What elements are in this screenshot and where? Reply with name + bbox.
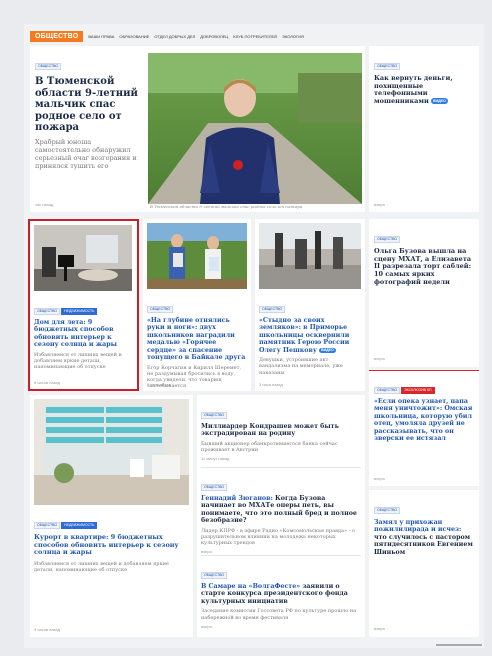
nav-link-good-deeds[interactable]: ОТДЕЛ ДОБРЫХ ДЕЛ	[154, 34, 195, 39]
side-news-card[interactable]: ОБЩЕСТВО Ольга Бузова вышла на сцену МХА…	[369, 219, 479, 367]
section-nav: ОБЩЕСТВО ВАШИ ПРАВА ОБРАЗОВАНИЕ ОТДЕЛ ДО…	[30, 29, 304, 43]
article-title[interactable]: «Стыдно за своих земляков»: в Приморье ш…	[259, 317, 361, 354]
article-title[interactable]: Курорт в квартире: 9 бюджетных способов …	[34, 533, 189, 557]
category-badge[interactable]: ОБЩЕСТВО	[35, 62, 62, 70]
article-lead: Девушки, устроившие акт вандализма на ме…	[259, 357, 343, 376]
memorial-photo-image	[259, 223, 361, 289]
list-item[interactable]: ОБЩЕСТВО В Самаре на «ВолгаФесте» заявил…	[201, 561, 361, 629]
article-time: 3 часа назад	[259, 382, 283, 387]
category-badge[interactable]: ОБЩЕСТВО	[201, 571, 228, 579]
side-news-title[interactable]: Как вернуть деньги, похищенные телефонны…	[374, 74, 474, 106]
hero-photo[interactable]	[148, 53, 362, 204]
section-tag[interactable]: ОБЩЕСТВО	[30, 30, 84, 42]
list-item-lead: Лидер КПРФ - в эфире Радио «Комсомольска…	[201, 527, 355, 547]
side-news-time: вчера	[374, 626, 385, 631]
hero-caption: В Тюменской области 9-летний мальчик спа…	[150, 204, 304, 209]
blinds-interior-photo-image	[34, 399, 189, 505]
list-item-time: вчера	[201, 623, 212, 629]
list-divider	[201, 467, 361, 468]
hero-title[interactable]: В Тюменской области 9-летний мальчик спа…	[35, 76, 145, 134]
article-photo[interactable]	[147, 223, 247, 289]
side-news-time: вчера	[374, 356, 385, 361]
nav-link-education[interactable]: ОБРАЗОВАНИЕ	[119, 34, 149, 39]
nav-link-volunteer[interactable]: ДОБРОВОЛЕЦ	[200, 34, 228, 39]
horizontal-scrollbar[interactable]	[436, 644, 482, 646]
news-section-page: ОБЩЕСТВО ВАШИ ПРАВА ОБРАЗОВАНИЕ ОТДЕЛ ДО…	[24, 24, 484, 648]
video-badge: ВИДЕО	[431, 98, 448, 104]
article-card[interactable]: ОБЩЕСТВО НЕДВИЖИМОСТЬ Курорт в квартире: …	[30, 395, 193, 637]
list-item-title[interactable]: Геннадий Зюганов: Когда Бузова начинает …	[201, 495, 361, 525]
realty-badge[interactable]: НЕДВИЖИМОСТЬ	[61, 307, 98, 315]
list-item-lead: Бывший акционер обанкротившегося банка с…	[201, 440, 338, 454]
highlighted-article-card[interactable]: ОБЩЕСТВО НЕДВИЖИМОСТЬ Дом для лета: 9 бюд…	[28, 219, 139, 391]
hero-lead: Храбрый юноша самостоятельно обнаружил с…	[35, 137, 137, 170]
list-item-time: 11 минут назад	[201, 456, 230, 462]
article-lead: Избавляемся от лишних вещей и добавляем …	[34, 560, 169, 574]
list-item-title[interactable]: Миллиардер Кондрашев может быть экстради…	[201, 423, 361, 438]
list-item-time: вчера	[201, 549, 212, 555]
list-divider	[201, 555, 361, 556]
video-badge: ВИДЕО	[319, 347, 336, 353]
nav-link-rights[interactable]: ВАШИ ПРАВА	[88, 34, 114, 39]
article-photo[interactable]	[34, 399, 189, 505]
hero-card[interactable]: ОБЩЕСТВО В Тюменской области 9-летний ма…	[30, 46, 365, 212]
article-photo[interactable]	[34, 225, 132, 291]
interior-photo-image	[34, 225, 132, 291]
category-badge[interactable]: ОБЩЕСТВО	[374, 506, 401, 514]
side-news-title[interactable]: «Если опека узнает, папа меня уничтожит»…	[374, 398, 474, 443]
nav-link-ecology[interactable]: ЭКОЛОГИЯ	[282, 34, 304, 39]
category-badge[interactable]: ОБЩЕСТВО	[374, 235, 401, 243]
hero-time: час назад	[35, 202, 54, 207]
category-badge[interactable]: ОБЩЕСТВО	[259, 305, 286, 313]
article-time: 9 часов назад	[34, 380, 60, 385]
category-badge[interactable]: ОБЩЕСТВО	[374, 386, 401, 394]
category-badge[interactable]: ОБЩЕСТВО	[147, 305, 174, 313]
side-news-card[interactable]: ОБЩЕСТВО Как вернуть деньги, похищенные …	[369, 46, 479, 212]
nav-link-consumer-club[interactable]: КЛУБ ПОТРЕБИТЕЛЕЙ	[233, 34, 277, 39]
article-card[interactable]: ОБЩЕСТВО «Стыдно за своих земляков»: в П…	[255, 219, 365, 391]
list-item-title[interactable]: В Самаре на «ВолгаФесте» заявили о старт…	[201, 583, 361, 605]
side-news-time: вчера	[374, 202, 385, 207]
side-news-card[interactable]: ОБЩЕСТВО Замял у прихожан пожилилирада и…	[369, 490, 479, 637]
side-news-card[interactable]: ОБЩЕСТВО ЭКСКЛЮЗИВ КП «Если опека узнает,…	[369, 370, 479, 486]
news-list: ОБЩЕСТВО Миллиардер Кондрашев может быть…	[197, 395, 365, 637]
side-news-title[interactable]: Замял у прихожан пожилилирада и исчез: ч…	[374, 519, 474, 556]
category-badge[interactable]: ОБЩЕСТВО	[34, 307, 61, 315]
exclusive-badge[interactable]: ЭКСКЛЮЗИВ КП	[401, 386, 435, 394]
schoolboys-photo-image	[147, 223, 247, 289]
article-time: 2 часа назад	[147, 382, 171, 387]
category-badge[interactable]: ОБЩЕСТВО	[201, 411, 228, 419]
category-badge[interactable]: ОБЩЕСТВО	[34, 521, 61, 529]
article-photo[interactable]	[259, 223, 361, 289]
list-item[interactable]: ОБЩЕСТВО Миллиардер Кондрашев может быть…	[201, 401, 361, 461]
category-badge[interactable]: ОБЩЕСТВО	[201, 483, 228, 491]
list-item[interactable]: ОБЩЕСТВО Геннадий Зюганов: Когда Бузова …	[201, 473, 361, 554]
list-item-lead: Заседание комиссии Госсовета РФ по культ…	[201, 608, 357, 621]
article-lead: Избавляемся от лишних вещей и добавляем …	[34, 351, 122, 371]
side-news-title[interactable]: Ольга Бузова вышла на сцену МХАТ, а Елиз…	[374, 247, 474, 286]
article-title[interactable]: Дом для лета: 9 бюджетных способов обнов…	[34, 319, 134, 349]
realty-badge[interactable]: НЕДВИЖИМОСТЬ	[61, 521, 98, 529]
boy-photo-image	[148, 53, 362, 204]
article-time: 9 часов назад	[34, 627, 60, 632]
article-card[interactable]: ОБЩЕСТВО «На глубине отнялись руки и ног…	[143, 219, 251, 391]
side-news-time: вчера	[374, 476, 385, 481]
category-badge[interactable]: ОБЩЕСТВО	[374, 62, 401, 70]
article-title[interactable]: «На глубине отнялись руки и ноги»: двух …	[147, 317, 247, 362]
